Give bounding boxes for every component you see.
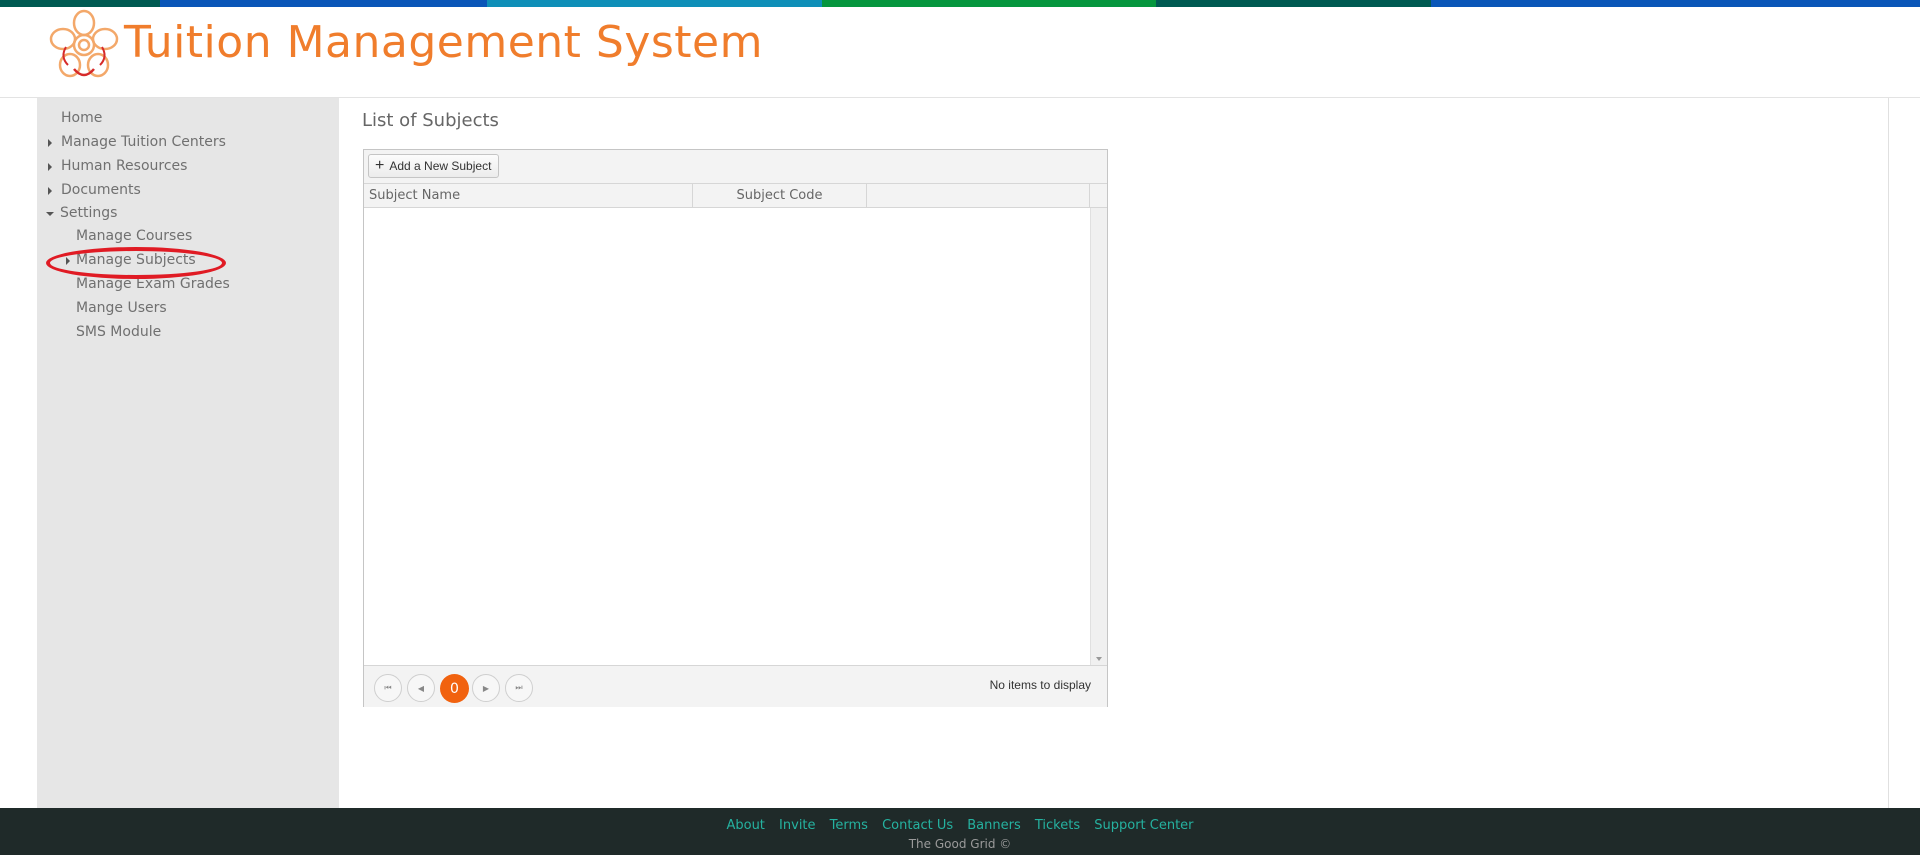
app-title: Tuition Management System <box>124 17 763 68</box>
caret-right-icon <box>48 187 52 195</box>
flower-logo-icon[interactable] <box>48 9 120 81</box>
plus-icon: + <box>375 157 385 174</box>
sidebar-item-label: Home <box>61 110 103 126</box>
sidebar-item-documents[interactable]: Documents <box>48 182 141 198</box>
column-header-subject-name[interactable]: Subject Name <box>364 184 693 207</box>
column-header-empty <box>867 184 1090 207</box>
footer-link-contact-us[interactable]: Contact Us <box>882 818 953 833</box>
scroll-down-arrow-icon[interactable] <box>1096 657 1102 661</box>
sidebar-item-label: Mange Users <box>76 300 167 316</box>
grid-header: Subject Name Subject Code <box>364 184 1107 208</box>
footer-copyright: The Good Grid © <box>908 837 1012 851</box>
sidebar-item-manage-tuition-centers[interactable]: Manage Tuition Centers <box>48 134 226 150</box>
page-title: List of Subjects <box>362 110 499 131</box>
sidebar-item-manage-courses[interactable]: Manage Courses <box>76 228 192 244</box>
footer-link-terms[interactable]: Terms <box>830 818 868 833</box>
sidebar-item-settings[interactable]: Settings <box>46 205 118 221</box>
footer-link-banners[interactable]: Banners <box>967 818 1020 833</box>
last-page-icon: ⏭ <box>515 683 523 692</box>
sidebar-item-label: SMS Module <box>76 324 162 340</box>
column-header-subject-code[interactable]: Subject Code <box>693 184 867 207</box>
next-page-button[interactable]: ▶ <box>472 674 500 702</box>
sidebar-item-label: Human Resources <box>61 158 188 174</box>
top-color-stripe <box>0 0 1920 7</box>
subjects-grid: + Add a New Subject Subject Name Subject… <box>363 149 1108 707</box>
previous-page-button[interactable]: ◀ <box>407 674 435 702</box>
footer-link-support-center[interactable]: Support Center <box>1094 818 1193 833</box>
sidebar-item-label: Manage Tuition Centers <box>61 134 226 150</box>
current-page-number[interactable]: 0 <box>440 674 469 703</box>
grid-body <box>364 208 1090 665</box>
sidebar-item-sms-module[interactable]: SMS Module <box>76 324 161 340</box>
footer-link-invite[interactable]: Invite <box>779 818 815 833</box>
header: Tuition Management System <box>0 7 1920 98</box>
sidebar: Home Manage Tuition Centers Human Resour… <box>37 98 339 808</box>
grid-toolbar: + Add a New Subject <box>364 150 1107 184</box>
sidebar-item-label: Manage Courses <box>76 228 193 244</box>
caret-right-icon <box>48 139 52 147</box>
first-page-icon: ⏮ <box>384 683 392 692</box>
sidebar-item-label: Documents <box>61 182 141 198</box>
caret-down-icon <box>46 212 54 216</box>
grid-vertical-scrollbar[interactable] <box>1090 208 1107 665</box>
sidebar-item-mange-users[interactable]: Mange Users <box>76 300 167 316</box>
caret-right-icon <box>48 163 52 171</box>
footer-link-about[interactable]: About <box>726 818 764 833</box>
footer-links: About Invite Terms Contact Us Banners Ti… <box>0 818 1920 833</box>
first-page-button[interactable]: ⏮ <box>374 674 402 702</box>
last-page-button[interactable]: ⏭ <box>505 674 533 702</box>
grid-pager: ⏮ ◀ 0 ▶ ⏭ No items to display <box>364 665 1107 707</box>
sidebar-item-home[interactable]: Home <box>61 110 102 126</box>
highlight-annotation <box>46 247 226 279</box>
next-page-icon: ▶ <box>482 683 490 693</box>
add-new-subject-label: Add a New Subject <box>389 159 492 173</box>
sidebar-item-human-resources[interactable]: Human Resources <box>48 158 188 174</box>
pager-info: No items to display <box>989 678 1091 692</box>
footer: About Invite Terms Contact Us Banners Ti… <box>0 808 1920 855</box>
content-right-border <box>1888 98 1889 808</box>
previous-page-icon: ◀ <box>417 683 425 693</box>
sidebar-item-label: Settings <box>60 205 118 221</box>
footer-link-tickets[interactable]: Tickets <box>1035 818 1080 833</box>
add-new-subject-button[interactable]: + Add a New Subject <box>368 154 500 178</box>
